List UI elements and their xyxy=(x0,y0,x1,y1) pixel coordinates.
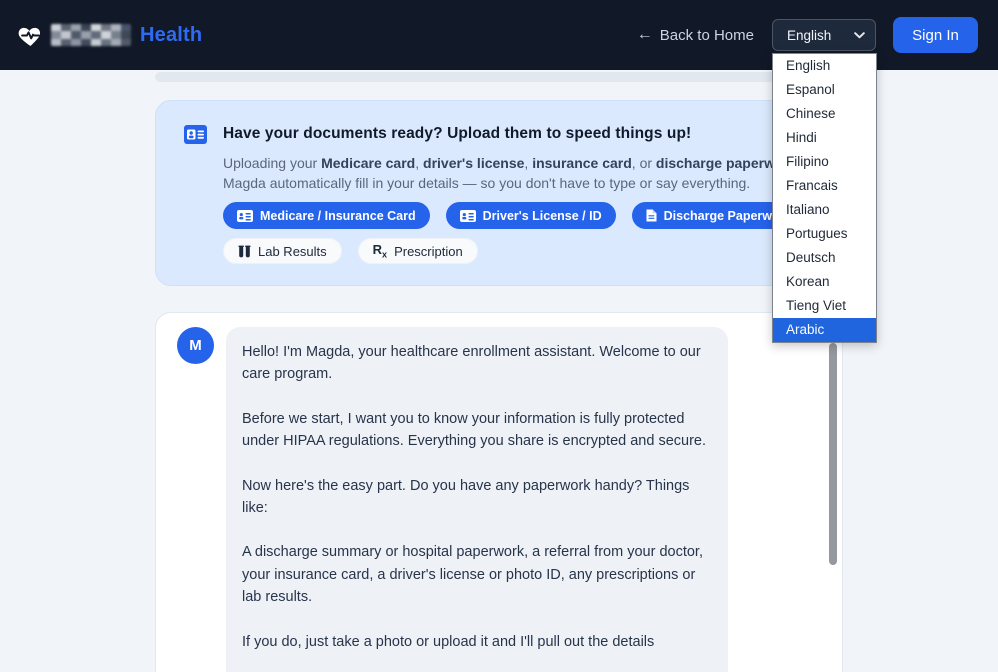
prescription-button[interactable]: Rx Prescription xyxy=(358,238,478,264)
language-option-arabic[interactable]: Arabic xyxy=(773,318,876,342)
id-card-icon xyxy=(460,210,476,222)
assistant-message-bubble: Hello! I'm Magda, your healthcare enroll… xyxy=(226,327,728,672)
file-icon xyxy=(646,209,657,222)
upload-card-title: Have your documents ready? Upload them t… xyxy=(223,125,691,143)
upload-body-line2: Magda automatically fill in your details… xyxy=(223,175,750,191)
hidden-card-strip xyxy=(155,72,843,82)
language-option-korean[interactable]: Korean xyxy=(773,270,876,294)
upload-secondary-buttons: Lab Results Rx Prescription xyxy=(223,238,478,264)
lab-tubes-icon xyxy=(238,245,251,258)
button-label: Prescription xyxy=(394,244,463,259)
assistant-avatar: M xyxy=(177,327,214,364)
upload-body-line1: Uploading your Medicare card, driver's l… xyxy=(223,155,834,171)
brand-suffix: Health xyxy=(140,24,202,47)
upload-body-segment: driver's license xyxy=(423,155,524,171)
button-label: Medicare / Insurance Card xyxy=(260,209,416,223)
chat-paragraph: Before we start, I want you to know your… xyxy=(242,408,708,453)
button-label: Lab Results xyxy=(258,244,327,259)
upload-card-body: Uploading your Medicare card, driver's l… xyxy=(223,153,834,193)
upload-body-segment: , or xyxy=(632,155,656,171)
language-option-hindi[interactable]: Hindi xyxy=(773,126,876,150)
chat-scrollbar-thumb[interactable] xyxy=(829,343,837,565)
left-arrow-icon: ← xyxy=(637,26,653,44)
language-option-francais[interactable]: Francais xyxy=(773,174,876,198)
upload-body-segment: Medicare card xyxy=(321,155,415,171)
upload-body-segment: Uploading your xyxy=(223,155,321,171)
page: Have your documents ready? Upload them t… xyxy=(0,0,998,672)
language-option-chinese[interactable]: Chinese xyxy=(773,102,876,126)
chat-paragraph: Hello! I'm Magda, your healthcare enroll… xyxy=(242,341,708,386)
language-dropdown-menu: EnglishEspanolChineseHindiFilipinoFranca… xyxy=(772,53,877,343)
upload-documents-card: Have your documents ready? Upload them t… xyxy=(155,100,843,286)
language-option-italiano[interactable]: Italiano xyxy=(773,198,876,222)
language-select[interactable]: English xyxy=(772,19,876,51)
brand-logo: Health xyxy=(17,22,202,49)
back-to-home-label: Back to Home xyxy=(660,27,754,44)
language-option-espanol[interactable]: Espanol xyxy=(773,78,876,102)
brand-name-redacted xyxy=(51,24,131,46)
language-option-deutsch[interactable]: Deutsch xyxy=(773,246,876,270)
upload-body-segment: insurance card xyxy=(532,155,632,171)
language-option-portugues[interactable]: Portugues xyxy=(773,222,876,246)
button-label: Driver's License / ID xyxy=(483,209,602,223)
chat-paragraph: Now here's the easy part. Do you have an… xyxy=(242,475,708,520)
chat-paragraph: If you do, just take a photo or upload i… xyxy=(242,631,708,653)
upload-body-segment: , xyxy=(415,155,423,171)
heart-pulse-icon xyxy=(17,22,44,49)
driver-s-license-id-button[interactable]: Driver's License / ID xyxy=(446,202,616,229)
back-to-home-link[interactable]: ← Back to Home xyxy=(637,26,754,44)
language-option-filipino[interactable]: Filipino xyxy=(773,150,876,174)
language-select-value: English xyxy=(787,28,831,43)
lab-results-button[interactable]: Lab Results xyxy=(223,238,342,264)
medicare-insurance-card-button[interactable]: Medicare / Insurance Card xyxy=(223,202,430,229)
sign-in-button[interactable]: Sign In xyxy=(893,17,978,53)
language-option-english[interactable]: English xyxy=(773,54,876,78)
upload-primary-buttons: Medicare / Insurance Card Driver's Licen… xyxy=(223,202,805,229)
id-card-icon xyxy=(184,125,207,149)
id-card-icon xyxy=(237,210,253,222)
chat-card: M Hello! I'm Magda, your healthcare enro… xyxy=(155,312,843,672)
language-option-tieng-viet[interactable]: Tieng Viet xyxy=(773,294,876,318)
chevron-down-icon xyxy=(854,32,865,39)
chat-paragraph: A discharge summary or hospital paperwor… xyxy=(242,541,708,608)
rx-icon: Rx xyxy=(373,243,387,260)
